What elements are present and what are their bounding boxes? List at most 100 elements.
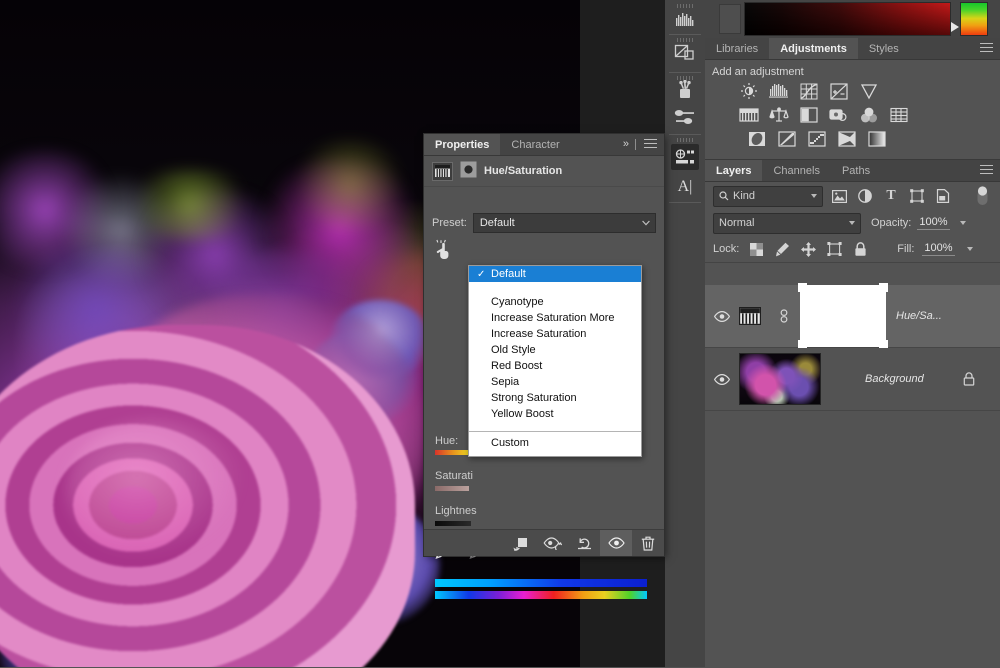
brightness-contrast-icon[interactable] [738, 82, 759, 100]
panel-icon-strip[interactable]: A| [665, 0, 706, 667]
histogram-icon[interactable] [665, 6, 705, 32]
color-swatch[interactable] [719, 4, 741, 34]
chevron-down-icon[interactable] [811, 194, 817, 198]
tab-layers[interactable]: Layers [705, 160, 762, 181]
dropdown-item-strong-saturation[interactable]: Strong Saturation [469, 390, 641, 406]
chevron-down-icon[interactable] [849, 221, 855, 225]
vibrance-icon[interactable] [858, 82, 879, 100]
toggle-previous-state-button[interactable] [536, 530, 568, 556]
pixel-layers-filter-icon[interactable] [829, 187, 849, 206]
panel-menu-icon[interactable] [644, 139, 657, 150]
properties-panel-tabs[interactable]: Properties Character » [424, 134, 664, 156]
preset-dropdown-menu[interactable]: ✓ Default Cyanotype Increase Saturation … [468, 265, 642, 457]
panel-menu-icon[interactable] [980, 43, 993, 54]
layers-panel-tabs[interactable]: Layers Channels Paths [705, 160, 1000, 182]
gradient-map-icon[interactable] [836, 130, 857, 148]
curves-icon[interactable] [798, 82, 819, 100]
tab-adjustments[interactable]: Adjustments [769, 38, 858, 59]
tab-paths[interactable]: Paths [831, 160, 881, 181]
layer-lock-icon[interactable] [960, 370, 978, 388]
layer-list[interactable]: Hue/Sa... Background [705, 285, 1000, 411]
blend-mode-dropdown[interactable]: Normal [713, 213, 861, 234]
adjustments-panel[interactable]: Libraries Adjustments Styles Add an adju… [705, 38, 1000, 159]
dropdown-item-red-boost[interactable]: Red Boost [469, 358, 641, 374]
panel-overflow-icon[interactable]: » [623, 138, 628, 150]
filter-toggle-icon[interactable] [972, 187, 992, 206]
color-balance-icon[interactable] [768, 106, 789, 124]
blend-mode-row[interactable]: Normal Opacity: 100% [705, 210, 1000, 236]
filter-kind-dropdown[interactable]: Kind [713, 186, 823, 207]
layer-visibility-eye-icon[interactable] [705, 311, 739, 322]
dropdown-item-default[interactable]: ✓ Default [469, 266, 641, 282]
invert-icon[interactable] [746, 130, 767, 148]
layer-thumbnail[interactable] [739, 353, 821, 405]
threshold-icon[interactable] [806, 130, 827, 148]
adjustment-layers-filter-icon[interactable] [855, 187, 875, 206]
tab-libraries[interactable]: Libraries [705, 38, 769, 59]
preset-row[interactable]: Preset: Default [432, 214, 656, 232]
hue-slider[interactable] [960, 2, 988, 36]
color-lookup-icon[interactable] [888, 106, 909, 124]
tab-character[interactable]: Character [500, 134, 570, 155]
dropdown-item-sepia[interactable]: Sepia [469, 374, 641, 390]
smart-object-filter-icon[interactable] [933, 187, 953, 206]
properties-panel[interactable]: Properties Character » Hue/Saturation Pr… [424, 134, 664, 556]
character-icon[interactable]: A| [665, 174, 705, 200]
fill-value[interactable]: 100% [922, 242, 954, 256]
adjustments-panel-tabs[interactable]: Libraries Adjustments Styles [705, 38, 1000, 60]
levels-icon[interactable] [768, 82, 789, 100]
tab-styles[interactable]: Styles [858, 38, 910, 59]
adjustments-icon[interactable] [671, 144, 699, 170]
color-picker-gradient[interactable] [744, 2, 951, 36]
preset-dropdown[interactable]: Default [473, 213, 656, 233]
chevron-down-icon[interactable] [642, 219, 650, 227]
properties-footer[interactable] [424, 529, 664, 556]
panel-drag-grip[interactable] [677, 138, 693, 142]
adjustment-thumbnail[interactable] [739, 307, 761, 325]
navigator-icon[interactable] [665, 38, 705, 68]
layer-visibility-eye-icon[interactable] [705, 374, 739, 385]
lock-position-icon[interactable] [799, 240, 817, 258]
color-panel[interactable] [705, 0, 1000, 39]
targeted-adjustment-tool-icon[interactable] [436, 239, 458, 259]
layer-name[interactable]: Background [865, 373, 924, 385]
brush-settings-icon[interactable] [665, 104, 705, 130]
channel-mixer-icon[interactable] [858, 106, 879, 124]
hue-saturation-icon[interactable] [738, 106, 759, 124]
dropdown-item-old-style[interactable]: Old Style [469, 342, 641, 358]
black-white-icon[interactable] [798, 106, 819, 124]
table-row[interactable]: Background [705, 348, 1000, 411]
brushes-icon[interactable] [665, 76, 705, 104]
photo-filter-icon[interactable] [828, 106, 849, 124]
reset-button[interactable] [568, 530, 600, 556]
fill-chevron-down-icon[interactable] [967, 247, 973, 251]
hue-saturation-thumbnail-icon[interactable] [432, 162, 453, 181]
dropdown-item-yellow-boost[interactable]: Yellow Boost [469, 406, 641, 422]
type-layers-filter-icon[interactable]: T [881, 187, 901, 206]
lock-row[interactable]: Lock: Fill: 100% [705, 236, 1000, 262]
layer-filter-row[interactable]: Kind T [705, 182, 1000, 210]
tab-channels[interactable]: Channels [762, 160, 830, 181]
dropdown-item-increase-saturation[interactable]: Increase Saturation [469, 326, 641, 342]
shape-layers-filter-icon[interactable] [907, 187, 927, 206]
clip-to-layer-button[interactable] [504, 530, 536, 556]
layers-panel[interactable]: Layers Channels Paths Kind T [705, 159, 1000, 668]
dropdown-item-increase-saturation-more[interactable]: Increase Saturation More [469, 310, 641, 326]
selective-color-icon[interactable] [866, 130, 887, 148]
exposure-icon[interactable] [828, 82, 849, 100]
posterize-icon[interactable] [776, 130, 797, 148]
lock-image-pixels-icon[interactable] [773, 240, 791, 258]
saturation-slider-track[interactable] [435, 486, 469, 491]
lock-all-icon[interactable] [851, 240, 869, 258]
dropdown-item-custom[interactable]: Custom [469, 434, 641, 452]
tab-properties[interactable]: Properties [424, 134, 500, 155]
hue-slider-track[interactable] [435, 450, 471, 455]
layer-mask-thumbnail[interactable] [800, 285, 886, 347]
dropdown-item-cyanotype[interactable]: Cyanotype [469, 294, 641, 310]
lock-artboard-nesting-icon[interactable] [825, 240, 843, 258]
panel-menu-icon[interactable] [980, 165, 993, 176]
toggle-visibility-button[interactable] [600, 530, 632, 556]
opacity-chevron-down-icon[interactable] [960, 221, 966, 225]
table-row[interactable]: Hue/Sa... [705, 285, 1000, 348]
lock-transparent-pixels-icon[interactable] [747, 240, 765, 258]
